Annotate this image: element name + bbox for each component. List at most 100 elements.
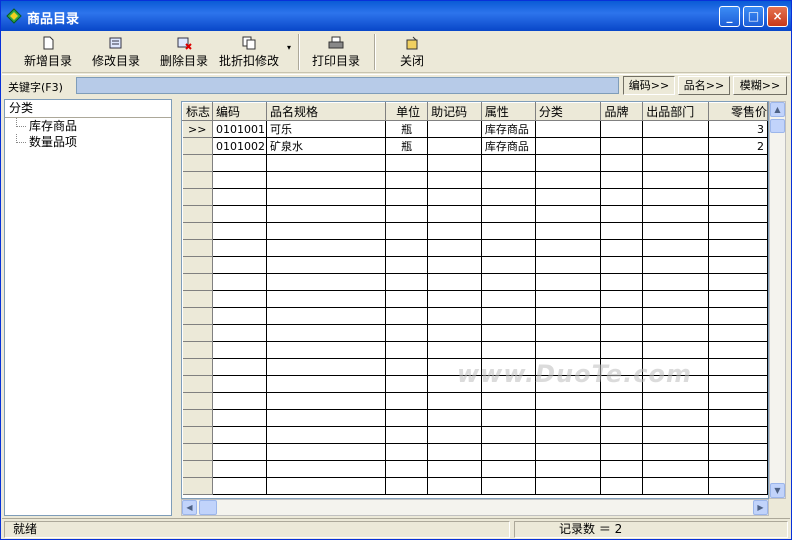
scroll-up-arrow-icon[interactable]: ▲ <box>770 102 785 117</box>
tree-item-stock-goods[interactable]: 库存商品 <box>5 118 171 134</box>
table-cell[interactable] <box>642 426 710 444</box>
new-catalog-button[interactable]: 新增目录 <box>18 33 78 71</box>
row-indicator[interactable] <box>182 477 213 495</box>
table-cell[interactable] <box>535 137 602 155</box>
column-header[interactable]: 助记码 <box>427 102 482 121</box>
table-cell[interactable] <box>427 477 482 495</box>
table-cell[interactable] <box>535 273 602 291</box>
batch-dropdown-arrow[interactable]: ▾ <box>284 33 294 71</box>
table-cell[interactable] <box>535 324 602 342</box>
table-cell[interactable] <box>385 375 429 393</box>
table-cell[interactable] <box>642 239 710 257</box>
table-cell[interactable] <box>212 324 267 342</box>
table-cell[interactable]: 0101002 <box>212 137 267 155</box>
table-row[interactable] <box>182 222 768 240</box>
table-row[interactable] <box>182 392 768 410</box>
horizontal-scrollbar[interactable]: ◀ ▶ <box>181 499 769 516</box>
table-cell[interactable] <box>266 409 387 427</box>
table-cell[interactable] <box>266 307 387 325</box>
table-cell[interactable] <box>600 324 644 342</box>
table-cell[interactable] <box>266 392 387 410</box>
table-cell[interactable] <box>708 358 768 376</box>
table-cell[interactable] <box>385 290 429 308</box>
delete-catalog-button[interactable]: 删除目录 <box>154 33 214 71</box>
table-cell[interactable] <box>266 273 387 291</box>
table-cell[interactable] <box>266 239 387 257</box>
table-cell[interactable] <box>600 426 644 444</box>
table-cell[interactable] <box>642 222 710 240</box>
table-cell[interactable] <box>385 256 429 274</box>
table-cell[interactable] <box>708 290 768 308</box>
table-cell[interactable] <box>427 426 482 444</box>
table-cell[interactable] <box>481 154 536 172</box>
table-cell[interactable] <box>481 273 536 291</box>
table-cell[interactable] <box>535 188 602 206</box>
table-row[interactable] <box>182 477 768 495</box>
table-cell[interactable] <box>266 290 387 308</box>
table-row[interactable] <box>182 290 768 308</box>
scroll-right-arrow-icon[interactable]: ▶ <box>753 500 768 515</box>
table-cell[interactable] <box>427 307 482 325</box>
table-cell[interactable] <box>708 205 768 223</box>
print-catalog-button[interactable]: 打印目录 <box>308 33 364 71</box>
table-cell[interactable] <box>266 477 387 495</box>
table-cell[interactable] <box>481 409 536 427</box>
table-cell[interactable] <box>385 239 429 257</box>
table-cell[interactable] <box>385 171 429 189</box>
row-indicator[interactable] <box>182 290 213 308</box>
table-cell[interactable] <box>266 443 387 461</box>
table-cell[interactable] <box>385 205 429 223</box>
row-indicator[interactable] <box>182 154 213 172</box>
table-cell[interactable] <box>642 154 710 172</box>
table-cell[interactable] <box>212 290 267 308</box>
scroll-left-arrow-icon[interactable]: ◀ <box>182 500 197 515</box>
table-cell[interactable] <box>535 409 602 427</box>
table-cell[interactable] <box>535 171 602 189</box>
table-cell[interactable] <box>600 120 644 138</box>
table-row[interactable] <box>182 443 768 461</box>
table-cell[interactable] <box>535 307 602 325</box>
table-cell[interactable] <box>481 392 536 410</box>
title-bar[interactable]: 商品目录 _ □ × <box>1 1 791 31</box>
table-row[interactable] <box>182 324 768 342</box>
table-cell[interactable] <box>708 409 768 427</box>
table-cell[interactable] <box>212 477 267 495</box>
table-cell[interactable] <box>385 188 429 206</box>
table-cell[interactable] <box>385 460 429 478</box>
table-cell[interactable] <box>427 154 482 172</box>
row-indicator[interactable] <box>182 392 213 410</box>
table-cell[interactable] <box>212 188 267 206</box>
table-cell[interactable] <box>427 460 482 478</box>
row-indicator[interactable]: >> <box>182 120 213 138</box>
table-cell[interactable] <box>266 154 387 172</box>
table-cell[interactable] <box>427 120 482 138</box>
table-cell[interactable] <box>481 307 536 325</box>
table-cell[interactable]: 3 <box>708 120 768 138</box>
table-cell[interactable] <box>481 324 536 342</box>
keyword-input[interactable] <box>76 77 619 94</box>
table-cell[interactable] <box>427 137 482 155</box>
table-cell[interactable] <box>212 392 267 410</box>
table-cell[interactable] <box>642 171 710 189</box>
table-cell[interactable] <box>642 273 710 291</box>
table-cell[interactable] <box>708 256 768 274</box>
table-cell[interactable] <box>385 154 429 172</box>
row-indicator[interactable] <box>182 375 213 393</box>
table-cell[interactable] <box>212 409 267 427</box>
table-cell[interactable] <box>427 239 482 257</box>
table-cell[interactable] <box>427 290 482 308</box>
tree-item-quantity-items[interactable]: 数量品项 <box>5 134 171 150</box>
edit-catalog-button[interactable]: 修改目录 <box>86 33 146 71</box>
row-indicator[interactable] <box>182 358 213 376</box>
row-indicator[interactable] <box>182 409 213 427</box>
table-cell[interactable] <box>642 341 710 359</box>
table-cell[interactable] <box>642 460 710 478</box>
column-header[interactable]: 编码 <box>211 102 267 121</box>
table-cell[interactable] <box>600 154 644 172</box>
table-cell[interactable] <box>266 341 387 359</box>
table-row[interactable]: 0101002 矿泉水瓶 库存商品 2 <box>182 137 768 155</box>
fuzzy-search-button[interactable]: 模糊>> <box>733 76 787 95</box>
table-cell[interactable] <box>600 290 644 308</box>
column-header[interactable]: 品名规格 <box>265 102 387 121</box>
row-indicator[interactable] <box>182 273 213 291</box>
